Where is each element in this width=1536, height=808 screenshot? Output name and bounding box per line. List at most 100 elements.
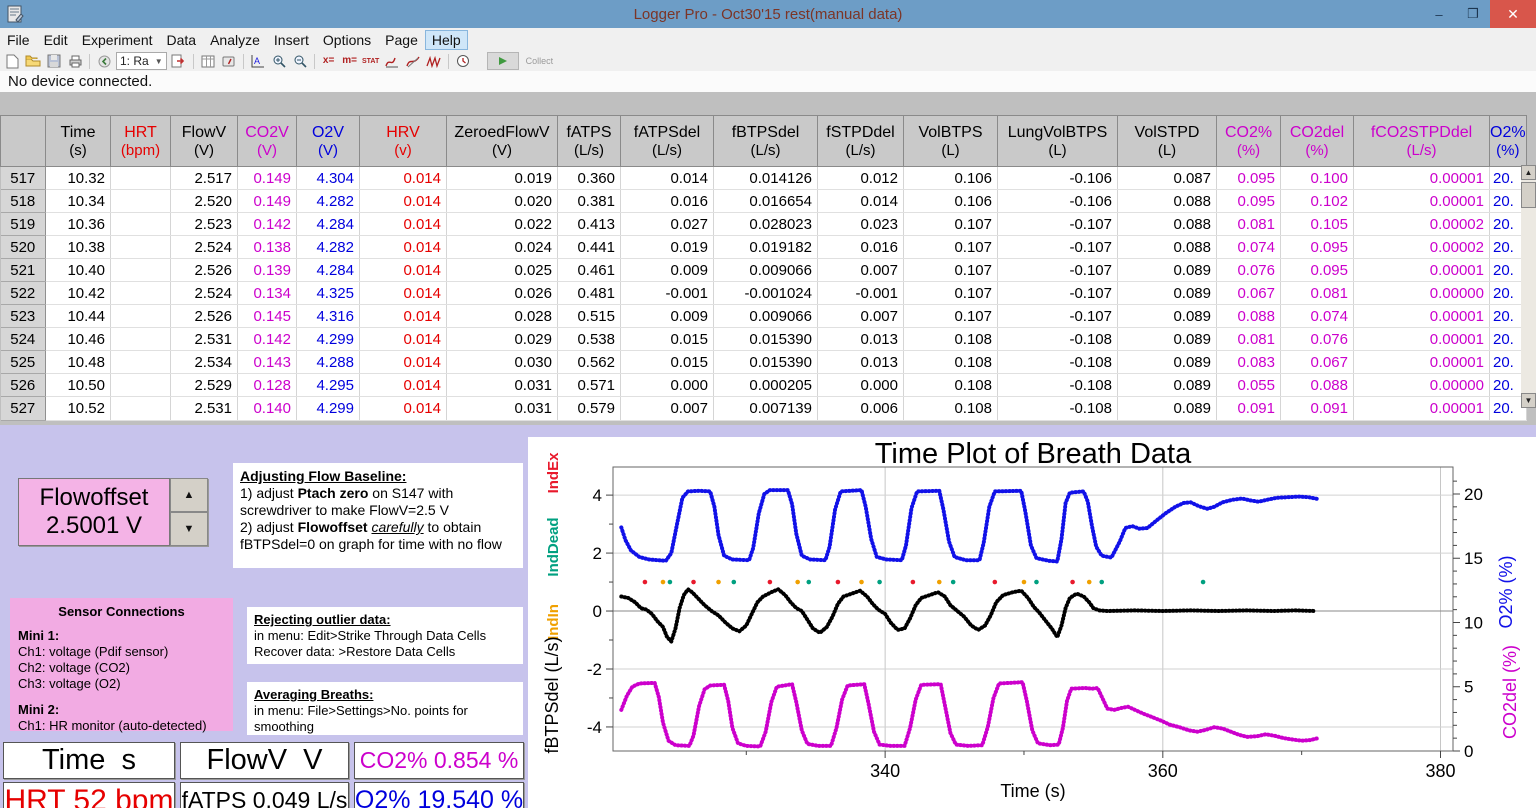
cell-lungvolbtps[interactable]: -0.107: [998, 259, 1118, 282]
row-number[interactable]: 520: [1, 236, 46, 259]
menu-item-experiment[interactable]: Experiment: [75, 30, 160, 50]
cell-fatpsdel[interactable]: 0.027: [621, 213, 714, 236]
cell-fbtpsdel[interactable]: 0.019182: [714, 236, 818, 259]
cell-lungvolbtps[interactable]: -0.106: [998, 167, 1118, 190]
model-icon[interactable]: [425, 53, 443, 70]
cell-o2v[interactable]: 4.282: [297, 190, 360, 213]
cell-fatpsdel[interactable]: -0.001: [621, 282, 714, 305]
row-number[interactable]: 517: [1, 167, 46, 190]
cell-fstpddel[interactable]: 0.012: [818, 167, 904, 190]
cell-volbtps[interactable]: 0.108: [904, 397, 998, 421]
cell-fco2stpddel[interactable]: 0.00001: [1354, 328, 1490, 351]
cell-lungvolbtps[interactable]: -0.107: [998, 282, 1118, 305]
cell-co2del[interactable]: 0.074: [1281, 305, 1354, 328]
cell-fatpsdel[interactable]: 0.014: [621, 167, 714, 190]
statistics-icon[interactable]: STAT: [362, 53, 380, 70]
cell-fatpsdel[interactable]: 0.016: [621, 190, 714, 213]
cell-co2%[interactable]: 0.076: [1217, 259, 1281, 282]
row-number[interactable]: 522: [1, 282, 46, 305]
cell-fatps[interactable]: 0.515: [558, 305, 621, 328]
cell-co2del[interactable]: 0.076: [1281, 328, 1354, 351]
cell-co2v[interactable]: 0.149: [238, 190, 297, 213]
cell-lungvolbtps[interactable]: -0.107: [998, 305, 1118, 328]
column-header-flowv[interactable]: FlowV(V): [171, 116, 238, 167]
cell-o2v[interactable]: 4.299: [297, 397, 360, 421]
cell-hrv[interactable]: 0.014: [360, 374, 447, 397]
cell-volstpd[interactable]: 0.089: [1118, 397, 1217, 421]
cell-co2%[interactable]: 0.083: [1217, 351, 1281, 374]
cell-fstpddel[interactable]: 0.007: [818, 305, 904, 328]
cell-hrt[interactable]: [111, 305, 171, 328]
cell-fbtpsdel[interactable]: 0.016654: [714, 190, 818, 213]
data-collection-setup-icon[interactable]: [454, 53, 472, 70]
row-number[interactable]: 521: [1, 259, 46, 282]
cell-volstpd[interactable]: 0.088: [1118, 213, 1217, 236]
cell-zeroedflowv[interactable]: 0.030: [447, 351, 558, 374]
cell-co2v[interactable]: 0.142: [238, 213, 297, 236]
cell-zeroedflowv[interactable]: 0.024: [447, 236, 558, 259]
cell-time[interactable]: 10.44: [46, 305, 111, 328]
collect-button[interactable]: [487, 52, 519, 70]
cell-time[interactable]: 10.32: [46, 167, 111, 190]
cell-volstpd[interactable]: 0.089: [1118, 374, 1217, 397]
row-number[interactable]: 527: [1, 397, 46, 421]
cell-hrt[interactable]: [111, 282, 171, 305]
cell-zeroedflowv[interactable]: 0.029: [447, 328, 558, 351]
cell-co2%[interactable]: 0.055: [1217, 374, 1281, 397]
menu-item-file[interactable]: File: [0, 30, 37, 50]
data-table[interactable]: Time(s)HRT(bpm)FlowV(V)CO2V(V)O2V(V)HRV(…: [0, 115, 1527, 421]
cell-o2v[interactable]: 4.299: [297, 328, 360, 351]
cell-zeroedflowv[interactable]: 0.031: [447, 397, 558, 421]
cell-zeroedflowv[interactable]: 0.028: [447, 305, 558, 328]
cell-co2v[interactable]: 0.143: [238, 351, 297, 374]
cell-fatps[interactable]: 0.571: [558, 374, 621, 397]
cell-time[interactable]: 10.40: [46, 259, 111, 282]
cell-flowv[interactable]: 2.526: [171, 259, 238, 282]
time-plot-chart[interactable]: Time Plot of Breath Data420-2-4201510503…: [528, 437, 1536, 808]
cell-fatpsdel[interactable]: 0.019: [621, 236, 714, 259]
cell-co2v[interactable]: 0.145: [238, 305, 297, 328]
cell-volbtps[interactable]: 0.106: [904, 167, 998, 190]
cell-volbtps[interactable]: 0.107: [904, 236, 998, 259]
row-number[interactable]: 523: [1, 305, 46, 328]
cell-volbtps[interactable]: 0.107: [904, 282, 998, 305]
cell-fatpsdel[interactable]: 0.015: [621, 351, 714, 374]
cell-fco2stpddel[interactable]: 0.00001: [1354, 190, 1490, 213]
cell-hrt[interactable]: [111, 374, 171, 397]
cell-co2%[interactable]: 0.095: [1217, 167, 1281, 190]
menu-item-edit[interactable]: Edit: [37, 30, 75, 50]
cell-co2v[interactable]: 0.149: [238, 167, 297, 190]
cell-hrt[interactable]: [111, 213, 171, 236]
cell-fatpsdel[interactable]: 0.009: [621, 305, 714, 328]
cell-time[interactable]: 10.38: [46, 236, 111, 259]
menu-item-analyze[interactable]: Analyze: [203, 30, 267, 50]
column-header-o2%[interactable]: O2%(%): [1490, 116, 1527, 167]
cell-flowv[interactable]: 2.524: [171, 282, 238, 305]
row-number[interactable]: 519: [1, 213, 46, 236]
cell-lungvolbtps[interactable]: -0.108: [998, 397, 1118, 421]
flowoffset-increment-button[interactable]: ▲: [170, 478, 208, 512]
cell-hrt[interactable]: [111, 167, 171, 190]
cell-co2%[interactable]: 0.091: [1217, 397, 1281, 421]
column-header-co2v[interactable]: CO2V(V): [238, 116, 297, 167]
plot-area[interactable]: [613, 467, 1453, 751]
cell-fstpddel[interactable]: 0.000: [818, 374, 904, 397]
cell-co2v[interactable]: 0.140: [238, 397, 297, 421]
cell-volbtps[interactable]: 0.107: [904, 259, 998, 282]
column-header-o2v[interactable]: O2V(V): [297, 116, 360, 167]
cell-co2del[interactable]: 0.091: [1281, 397, 1354, 421]
cell-o2v[interactable]: 4.295: [297, 374, 360, 397]
minimize-button[interactable]: –: [1422, 0, 1456, 28]
row-number[interactable]: 525: [1, 351, 46, 374]
cell-hrv[interactable]: 0.014: [360, 190, 447, 213]
cell-co2%[interactable]: 0.074: [1217, 236, 1281, 259]
cell-zeroedflowv[interactable]: 0.025: [447, 259, 558, 282]
cell-o2v[interactable]: 4.325: [297, 282, 360, 305]
tangent-icon[interactable]: m=: [341, 53, 359, 70]
cell-hrv[interactable]: 0.014: [360, 328, 447, 351]
scroll-up-button[interactable]: ▲: [1521, 165, 1536, 180]
cell-fatps[interactable]: 0.481: [558, 282, 621, 305]
cell-co2v[interactable]: 0.142: [238, 328, 297, 351]
cell-hrv[interactable]: 0.014: [360, 282, 447, 305]
cell-zeroedflowv[interactable]: 0.022: [447, 213, 558, 236]
